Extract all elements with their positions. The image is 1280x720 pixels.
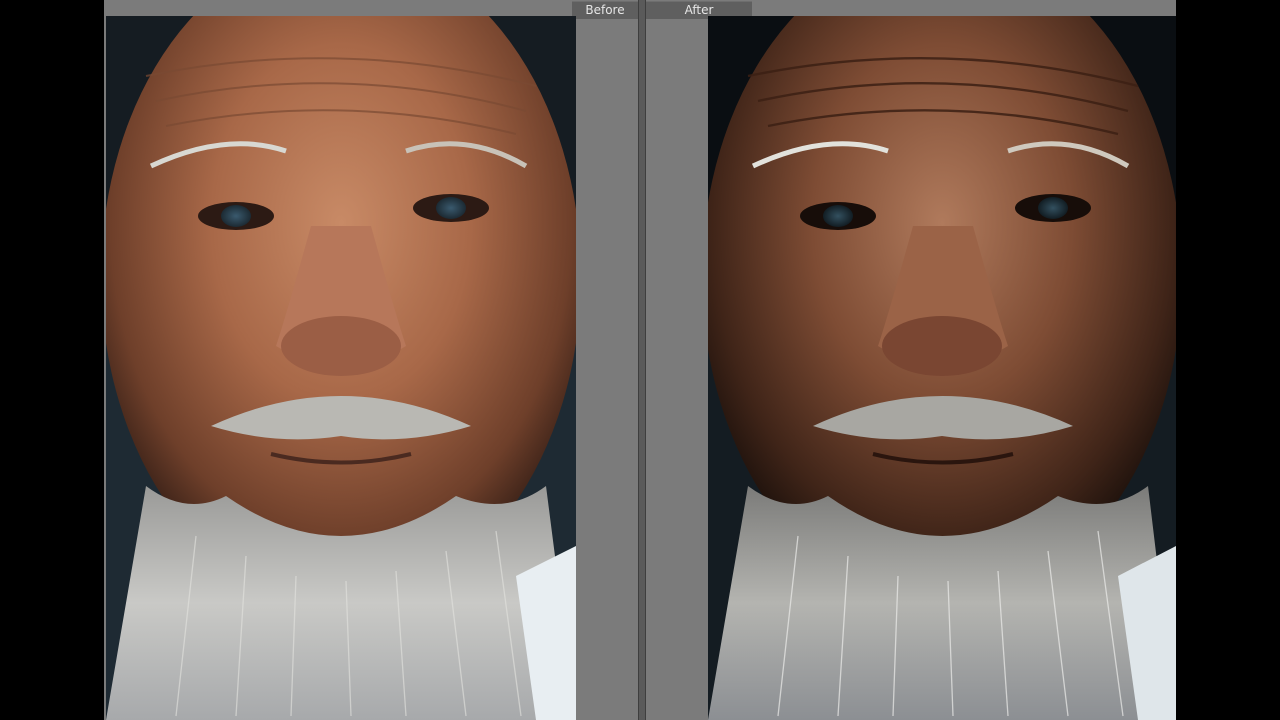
after-photo-image — [708, 16, 1176, 720]
before-after-compare-view: Before After — [104, 0, 1176, 720]
before-panel[interactable]: Before — [104, 0, 638, 720]
divider-edge-left — [638, 0, 639, 720]
before-photo-image — [106, 16, 576, 720]
compare-divider[interactable] — [638, 0, 646, 720]
before-photo[interactable] — [106, 16, 576, 720]
before-label: Before — [572, 1, 638, 19]
lightroom-compare-screen: Before After — [0, 0, 1280, 720]
after-panel[interactable]: After — [646, 0, 1176, 720]
after-photo[interactable] — [708, 16, 1176, 720]
